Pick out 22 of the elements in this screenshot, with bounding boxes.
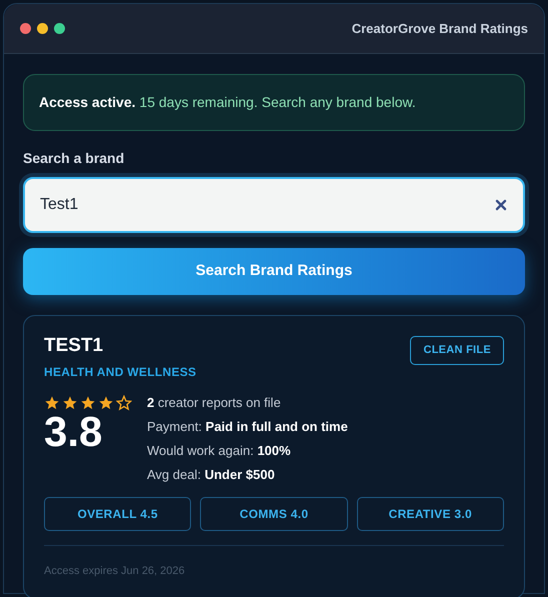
star-icon bbox=[62, 395, 78, 411]
access-notice: Access active. 15 days remaining. Search any brand below. bbox=[23, 74, 525, 131]
star-outline-icon bbox=[116, 395, 132, 411]
star-icon bbox=[80, 395, 96, 411]
sub-rating-tag: OVERALL 4.5 bbox=[44, 497, 192, 531]
clear-icon[interactable] bbox=[495, 199, 507, 211]
sub-rating-tag: COMMS 4.0 bbox=[200, 497, 348, 531]
star-icon bbox=[98, 395, 114, 411]
fact-line: Would work again: 100% bbox=[147, 443, 292, 459]
fact-line: Avg deal: Under $500 bbox=[147, 467, 276, 483]
search-label: Search a brand bbox=[23, 149, 126, 168]
star-icon bbox=[44, 395, 60, 411]
sub-rating-tag: CREATIVE 3.0 bbox=[356, 497, 504, 531]
brand-name: TEST1 bbox=[44, 336, 104, 355]
fact-line: 2 creator reports on file bbox=[147, 395, 282, 411]
access-expiry: Access expires Jun 26, 2026 bbox=[44, 565, 185, 577]
search-field[interactable]: Test1 bbox=[23, 177, 525, 233]
rating-score: 3.8 bbox=[44, 411, 104, 453]
brand-category: HEALTH AND WELLNESS bbox=[44, 364, 196, 381]
fact-line: Payment: Paid in full and on time bbox=[147, 419, 348, 435]
window-title: CreatorGrove Brand Ratings bbox=[352, 20, 528, 38]
status-badge: CLEAN FILE bbox=[410, 336, 504, 364]
